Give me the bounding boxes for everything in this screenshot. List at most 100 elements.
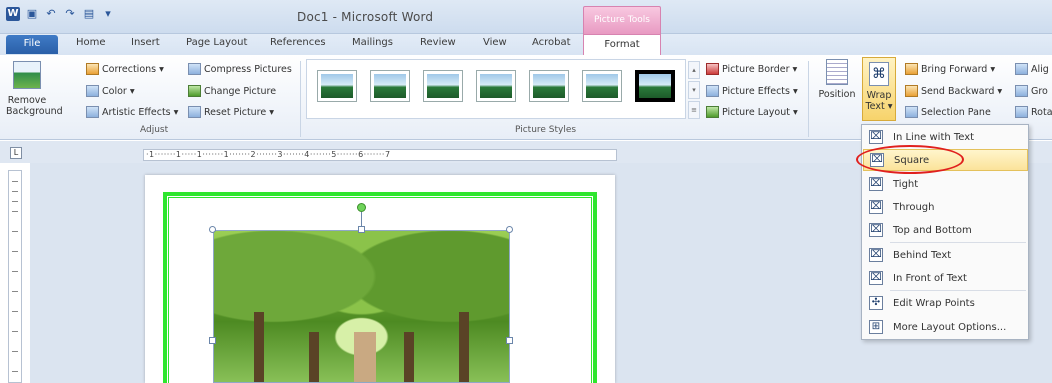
align-icon	[1015, 63, 1028, 75]
picture-layout-button[interactable]: Picture Layout ▾	[706, 106, 798, 118]
ribbon-tabs: File Home Insert Page Layout References …	[0, 34, 1052, 56]
wrap-text-button[interactable]: ⌘ Wrap Text ▾	[862, 57, 896, 121]
through-wrap-icon: ⌧	[869, 200, 883, 214]
tab-selector[interactable]: L	[10, 147, 22, 159]
compress-pictures-icon	[188, 63, 201, 75]
vertical-ruler[interactable]	[8, 170, 22, 383]
wrap-text-icon: ⌘	[869, 62, 889, 86]
picture-style-thumb[interactable]	[317, 70, 357, 102]
menu-item-edit-wrap-points[interactable]: ✣ Edit Wrap Points	[863, 292, 1028, 314]
inline-wrap-icon: ⌧	[869, 130, 883, 144]
picture-styles-gallery[interactable]	[306, 59, 686, 119]
horizontal-ruler[interactable]: ·1·······1·····1·······1·······2·······3…	[143, 149, 617, 161]
picture-style-thumb[interactable]	[370, 70, 410, 102]
edit-wrap-points-icon: ✣	[869, 296, 883, 310]
send-backward-icon	[905, 85, 918, 97]
behind-text-icon: ⌧	[869, 248, 883, 262]
selection-pane-icon	[905, 106, 918, 118]
artistic-effects-icon	[86, 106, 99, 118]
tab-home[interactable]: Home	[76, 37, 106, 48]
picture-border-icon	[706, 63, 719, 75]
menu-item-behind-text[interactable]: ⌧ Behind Text	[863, 244, 1028, 266]
corrections-button[interactable]: Corrections ▾	[86, 63, 164, 75]
resize-handle[interactable]	[209, 226, 216, 233]
print-preview-icon[interactable]: ▤	[82, 7, 96, 21]
resize-handle[interactable]	[358, 226, 365, 233]
artistic-effects-button[interactable]: Artistic Effects ▾	[86, 106, 178, 118]
in-front-of-text-icon: ⌧	[869, 271, 883, 285]
tab-file[interactable]: File	[6, 35, 58, 54]
resize-handle[interactable]	[506, 226, 513, 233]
selection-pane-button[interactable]: Selection Pane	[905, 106, 991, 118]
tab-review[interactable]: Review	[420, 37, 456, 48]
picture-style-thumb[interactable]	[423, 70, 463, 102]
tab-insert[interactable]: Insert	[131, 37, 160, 48]
picture-tools-context-label: Picture Tools	[583, 6, 661, 34]
rotate-button[interactable]: Rota	[1015, 106, 1052, 118]
title-bar: W ▣ ↶ ↷ ▤ ▾ Doc1 - Microsoft Word Pictur…	[0, 0, 1052, 34]
change-picture-button[interactable]: Change Picture	[188, 85, 276, 97]
resize-handle[interactable]	[209, 337, 216, 344]
tab-references[interactable]: References	[270, 37, 326, 48]
picture-border-button[interactable]: Picture Border ▾	[706, 63, 797, 75]
selected-picture[interactable]	[213, 230, 510, 383]
picture-style-thumb[interactable]	[635, 70, 675, 102]
word-app-icon[interactable]: W	[6, 7, 20, 21]
picture-style-thumb[interactable]	[582, 70, 622, 102]
corrections-icon	[86, 63, 99, 75]
menu-item-through[interactable]: ⌧ Through	[863, 196, 1028, 218]
group-label-adjust: Adjust	[140, 125, 169, 135]
bring-forward-icon	[905, 63, 918, 75]
rotate-handle[interactable]	[357, 203, 366, 212]
resize-handle[interactable]	[506, 337, 513, 344]
highlight-annotation-ellipse	[856, 145, 964, 174]
remove-background-icon	[13, 61, 41, 89]
rotate-icon	[1015, 106, 1028, 118]
picture-layout-icon	[706, 106, 719, 118]
customize-qat-icon[interactable]: ▾	[101, 7, 115, 21]
tight-wrap-icon: ⌧	[869, 177, 883, 191]
tab-page-layout[interactable]: Page Layout	[186, 37, 247, 48]
send-backward-button[interactable]: Send Backward ▾	[905, 85, 1002, 97]
color-icon	[86, 85, 99, 97]
compress-pictures-button[interactable]: Compress Pictures	[188, 63, 292, 75]
quick-access-toolbar: W ▣ ↶ ↷ ▤ ▾	[6, 7, 115, 21]
gallery-more-icon[interactable]: ≡	[688, 101, 700, 119]
color-button[interactable]: Color ▾	[86, 85, 135, 97]
menu-item-more-layout-options[interactable]: ⊞ More Layout Options...	[863, 316, 1028, 338]
reset-picture-button[interactable]: Reset Picture ▾	[188, 106, 274, 118]
picture-style-thumb[interactable]	[529, 70, 569, 102]
group-label-picture-styles: Picture Styles	[515, 125, 577, 135]
more-layout-options-icon: ⊞	[869, 320, 883, 334]
menu-item-in-line-with-text[interactable]: ⌧ In Line with Text	[863, 126, 1028, 148]
tab-format[interactable]: Format	[583, 34, 661, 56]
bring-forward-button[interactable]: Bring Forward ▾	[905, 63, 995, 75]
gallery-up-icon[interactable]: ▴	[688, 61, 700, 79]
menu-item-tight[interactable]: ⌧ Tight	[863, 173, 1028, 195]
picture-style-thumb[interactable]	[476, 70, 516, 102]
menu-separator	[890, 290, 1026, 291]
tab-mailings[interactable]: Mailings	[352, 37, 393, 48]
reset-picture-icon	[188, 106, 201, 118]
menu-item-in-front-of-text[interactable]: ⌧ In Front of Text	[863, 267, 1028, 289]
change-picture-icon	[188, 85, 201, 97]
group-divider	[300, 61, 301, 137]
menu-item-top-and-bottom[interactable]: ⌧ Top and Bottom	[863, 219, 1028, 241]
save-icon[interactable]: ▣	[25, 7, 39, 21]
gallery-scroll[interactable]: ▴ ▾ ≡	[688, 61, 700, 119]
position-icon	[826, 59, 848, 85]
top-bottom-wrap-icon: ⌧	[869, 223, 883, 237]
align-button[interactable]: Alig	[1015, 63, 1049, 75]
picture-effects-button[interactable]: Picture Effects ▾	[706, 85, 798, 97]
group-button[interactable]: Gro	[1015, 85, 1048, 97]
picture-effects-icon	[706, 85, 719, 97]
position-button[interactable]: Position	[814, 59, 860, 100]
tab-acrobat[interactable]: Acrobat	[532, 37, 571, 48]
window-title: Doc1 - Microsoft Word	[297, 10, 434, 24]
undo-icon[interactable]: ↶	[44, 7, 58, 21]
group-icon	[1015, 85, 1028, 97]
tab-view[interactable]: View	[483, 37, 507, 48]
redo-icon[interactable]: ↷	[63, 7, 77, 21]
gallery-down-icon[interactable]: ▾	[688, 81, 700, 99]
remove-background-button[interactable]: Remove Background	[6, 59, 63, 117]
